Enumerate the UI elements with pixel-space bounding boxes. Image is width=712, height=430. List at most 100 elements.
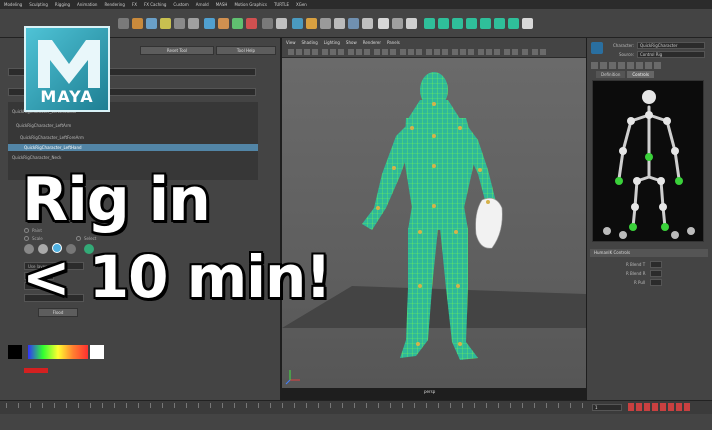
toolbar-icon[interactable] xyxy=(416,49,422,55)
go-to-start-icon[interactable] xyxy=(628,403,634,411)
toolbar-icon[interactable] xyxy=(468,49,474,55)
black-swatch[interactable] xyxy=(8,345,22,359)
select-radio[interactable] xyxy=(76,236,81,241)
toolbar-icon[interactable] xyxy=(540,49,546,55)
toolbar-icon[interactable] xyxy=(591,62,598,69)
toolbar-icon[interactable] xyxy=(288,49,294,55)
reset-tool-button[interactable]: Reset Tool xyxy=(140,46,214,55)
toolbar-icon[interactable] xyxy=(390,49,396,55)
scale-radio[interactable] xyxy=(24,236,29,241)
shelf-icon[interactable] xyxy=(306,18,317,29)
viewport-menu-item[interactable]: Renderer xyxy=(363,40,381,45)
viewport-menu-item[interactable]: Shading xyxy=(302,40,318,45)
menu-item[interactable]: FX xyxy=(132,2,137,7)
menu-item[interactable]: Motion Graphics xyxy=(234,2,267,7)
shelf-icon[interactable] xyxy=(522,18,533,29)
play-backward-icon[interactable] xyxy=(652,403,658,411)
shelf-icon[interactable] xyxy=(348,18,359,29)
shelf-icon[interactable] xyxy=(480,18,491,29)
toolbar-icon[interactable] xyxy=(486,49,492,55)
toolbar-icon[interactable] xyxy=(304,49,310,55)
toolbar-icon[interactable] xyxy=(460,49,466,55)
toolbar-icon[interactable] xyxy=(330,49,336,55)
shelf-icon[interactable] xyxy=(466,18,477,29)
toolbar-icon[interactable] xyxy=(356,49,362,55)
toolbar-icon[interactable] xyxy=(504,49,510,55)
shelf-icon[interactable] xyxy=(362,18,373,29)
menu-item[interactable]: Rigging xyxy=(55,2,70,7)
toolbar-icon[interactable] xyxy=(645,62,652,69)
viewport-menu-item[interactable]: Show xyxy=(346,40,357,45)
go-to-end-icon[interactable] xyxy=(684,403,690,411)
shelf-icon[interactable] xyxy=(132,18,143,29)
menu-item[interactable]: TURTLE xyxy=(274,2,289,7)
blend-field[interactable] xyxy=(650,261,662,268)
shelf-icon[interactable] xyxy=(334,18,345,29)
shelf-icon[interactable] xyxy=(452,18,463,29)
toolbar-icon[interactable] xyxy=(322,49,328,55)
menu-item[interactable]: FX Caching xyxy=(144,2,166,7)
toolbar-icon[interactable] xyxy=(478,49,484,55)
toolbar-icon[interactable] xyxy=(636,62,643,69)
blend-field[interactable] xyxy=(650,270,662,277)
menu-item[interactable]: Arnold xyxy=(196,2,209,7)
prev-key-icon[interactable] xyxy=(644,403,650,411)
toolbar-icon[interactable] xyxy=(609,62,616,69)
list-item[interactable]: QuickRigCharacter_LeftArm xyxy=(8,122,258,129)
shelf-icon[interactable] xyxy=(392,18,403,29)
toolbar-icon[interactable] xyxy=(312,49,318,55)
3d-viewport[interactable] xyxy=(282,58,586,388)
source-dropdown[interactable]: Control Rig xyxy=(637,51,705,58)
toolbar-icon[interactable] xyxy=(296,49,302,55)
next-key-icon[interactable] xyxy=(668,403,674,411)
toolbar-icon[interactable] xyxy=(382,49,388,55)
toolbar-icon[interactable] xyxy=(512,49,518,55)
shelf-icon[interactable] xyxy=(378,18,389,29)
shelf-icon[interactable] xyxy=(174,18,185,29)
step-back-icon[interactable] xyxy=(636,403,642,411)
toolbar-icon[interactable] xyxy=(532,49,538,55)
shelf-icon[interactable] xyxy=(292,18,303,29)
viewport-menu-item[interactable]: Lighting xyxy=(324,40,340,45)
current-frame-field[interactable]: 1 xyxy=(592,404,622,411)
min-color-bar[interactable] xyxy=(24,368,48,373)
toolbar-icon[interactable] xyxy=(400,49,406,55)
shelf-icon[interactable] xyxy=(204,18,215,29)
toolbar-icon[interactable] xyxy=(522,49,528,55)
menu-item[interactable]: MASH xyxy=(216,2,228,7)
toolbar-icon[interactable] xyxy=(408,49,414,55)
shelf-icon[interactable] xyxy=(218,18,229,29)
toolbar-icon[interactable] xyxy=(654,62,661,69)
toolbar-icon[interactable] xyxy=(494,49,500,55)
viewport-menu-item[interactable]: View xyxy=(286,40,296,45)
shelf-icon[interactable] xyxy=(276,18,287,29)
toolbar-icon[interactable] xyxy=(600,62,607,69)
menu-item[interactable]: XGen xyxy=(296,2,307,7)
character-dropdown[interactable]: QuickRigCharacter xyxy=(637,42,705,49)
list-item[interactable]: QuickRigCharacter_Neck xyxy=(8,154,258,161)
color-ramp[interactable] xyxy=(28,345,88,359)
menu-item[interactable]: Rendering xyxy=(104,2,124,7)
list-item-selected[interactable]: QuickRigCharacter_LeftHand xyxy=(8,144,258,151)
toolbar-icon[interactable] xyxy=(374,49,380,55)
shelf-icon[interactable] xyxy=(160,18,171,29)
menu-item[interactable]: Custom xyxy=(173,2,188,7)
toolbar-icon[interactable] xyxy=(348,49,354,55)
shelf-icon[interactable] xyxy=(118,18,129,29)
humanik-controls-header[interactable]: HumanIK Controls xyxy=(590,249,708,257)
shelf-icon[interactable] xyxy=(424,18,435,29)
toolbar-icon[interactable] xyxy=(364,49,370,55)
range-slider[interactable] xyxy=(0,414,712,430)
shelf-icon[interactable] xyxy=(406,18,417,29)
shelf-icon[interactable] xyxy=(146,18,157,29)
toolbar-icon[interactable] xyxy=(452,49,458,55)
list-item[interactable]: QuickRigCharacter_LeftForeArm xyxy=(8,134,258,141)
shelf-icon[interactable] xyxy=(320,18,331,29)
toolbar-icon[interactable] xyxy=(338,49,344,55)
shelf-icon[interactable] xyxy=(508,18,519,29)
tab-controls[interactable]: Controls xyxy=(627,71,654,78)
menu-item[interactable]: Sculpting xyxy=(29,2,48,7)
menu-item[interactable]: Modeling xyxy=(4,2,22,7)
play-forward-icon[interactable] xyxy=(660,403,666,411)
toolbar-icon[interactable] xyxy=(618,62,625,69)
